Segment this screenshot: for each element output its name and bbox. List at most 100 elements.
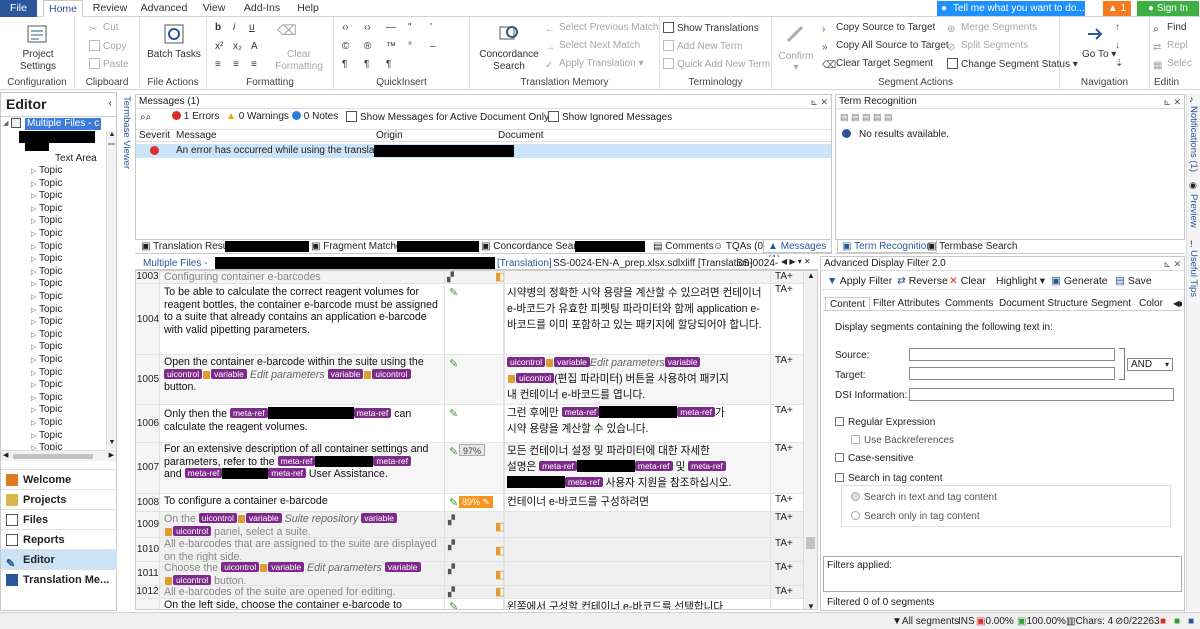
tag-variable[interactable]: variable [384,562,421,572]
dsi-input[interactable] [909,388,1174,401]
tree-expand-icon[interactable]: ▷ [31,342,39,354]
segment-row[interactable]: 1005 Open the container e-barcode within… [136,355,817,405]
tag-variable[interactable]: variable [554,357,590,367]
tree-item-topic[interactable]: ▷Topic [31,278,62,290]
segment-row[interactable]: 1008 To configure a container e-barcode … [136,494,817,512]
tab-add-ins[interactable]: Add-Ins [238,0,286,17]
tag-meta-ref[interactable]: meta-ref [634,461,673,471]
nav-welcome[interactable]: Welcome [1,469,117,489]
numbered-list-button[interactable]: ≡ [233,59,239,70]
tree-item-topic[interactable]: ▷Topic [31,367,62,379]
tree-item-topic[interactable]: ▷Topic [31,379,62,391]
tree-expand-icon[interactable]: ▷ [31,242,39,254]
tag-uicontrol[interactable]: uicontrol [372,368,411,379]
segment-source[interactable]: To configure a container e-barcode [162,495,444,508]
segment-target[interactable]: 컨테이너 e-바코드를 구성하려면 [504,494,768,511]
scrollbar-thumb[interactable] [108,143,115,145]
tree-checkbox[interactable] [11,118,21,128]
tab-fragment-matches[interactable]: ▣ Fragment Matches [307,240,411,253]
tag-meta-ref[interactable]: meta-ref [268,468,306,478]
segment-target[interactable] [504,586,768,598]
segment-source[interactable]: All e-barcodes that are assigned to the … [162,538,444,563]
segment-target[interactable] [504,538,768,561]
hscrollbar-thumb[interactable] [13,454,93,459]
tree-item-topic[interactable]: ▷Topic [31,354,62,366]
segment-source[interactable]: On the uicontrol variable Suite repositor… [162,513,444,538]
nav-files[interactable]: Files [1,509,117,529]
tree-expand-icon[interactable]: ▷ [31,254,39,266]
segment-target[interactable] [504,512,768,537]
tree-expand-icon[interactable]: ▷ [31,216,39,228]
subscript-button[interactable]: x₂ [233,41,242,52]
tree-item-topic[interactable]: ▷Topic [31,329,62,341]
segment-row[interactable]: 1009 On the uicontrol variable Suite repo… [136,512,817,538]
segment-row[interactable]: 1011 Choose the uicontrol variable Edit p… [136,562,817,587]
indent-button[interactable]: ≡ [251,59,257,70]
insert-pair-button[interactable]: ‹› [364,22,371,33]
copyright-button[interactable]: © [342,41,349,52]
tree-item-topic[interactable]: ▷Topic [31,165,62,177]
tree-item-topic[interactable]: ▷Topic [31,215,62,227]
tab-term-recognition[interactable]: ▣ Term Recognition [837,240,937,253]
tree-hscrollbar[interactable]: ◀ ▶ [1,450,116,461]
tree-root-item[interactable]: Multiple Files - c [25,118,101,130]
doc-tab-multiple-files[interactable]: Multiple Files - [143,258,207,269]
tree-item-topic[interactable]: ▷Topic [31,316,62,328]
generate-button[interactable]: ▣ Generate [1051,275,1108,287]
radio-tag-only[interactable]: Search only in tag content [851,511,980,522]
segment-target[interactable]: uicontrol variable Edit parameters variable… [504,355,768,404]
find-button[interactable]: ⌕ Find [1153,22,1186,35]
tag-meta-ref[interactable]: meta-ref [565,477,603,487]
tree-item-topic[interactable]: ▷Topic [31,430,62,442]
tag-meta-ref[interactable]: meta-ref [677,407,715,417]
pin-icon[interactable]: ⊾ ✕ [810,95,828,109]
quick-insert-2-button[interactable]: ¶ [364,59,369,70]
tree-item-topic[interactable]: ▷Topic [31,266,62,278]
segment-target[interactable] [504,271,768,283]
check-status-icon[interactable]: ■ [1174,616,1180,627]
concordance-search-button[interactable]: Concordance Search [476,49,542,73]
tree-item-text-area[interactable]: Text Area [55,153,97,164]
tree-item-topic[interactable]: ▷Topic [31,417,62,429]
scroll-up-icon[interactable]: ▲ [107,131,116,141]
insert-quote-button[interactable]: " [408,22,412,33]
target-input[interactable] [909,367,1115,380]
superscript-button[interactable]: x² [215,41,223,52]
tag-variable[interactable]: variable [327,368,364,379]
tree-item-topic[interactable]: ▷Topic [31,341,62,353]
insert-dash-button[interactable]: — [386,22,396,33]
tag-uicontrol[interactable]: uicontrol [198,513,237,523]
scroll-down-icon[interactable]: ▼ [107,439,116,449]
clear-formatting-button[interactable]: Clear Formatting [269,49,329,73]
nav-editor[interactable]: ✎ Editor [1,549,117,570]
save-filter-button[interactable]: ▤ Save [1115,275,1152,287]
segment-row[interactable]: 1007 For an extensive description of all… [136,443,817,494]
tree-expand-icon[interactable]: ▷ [31,405,39,417]
quick-insert-3-button[interactable]: ¶ [386,59,391,70]
filter-tab-scroll-icon[interactable]: ◀▶ [1169,297,1182,310]
termbase-viewer-tab[interactable]: Termbase Viewer [121,96,132,186]
segment-row[interactable]: 1003 Configuring container e-barcodes ▞ ◧… [136,271,817,284]
segment-source[interactable]: Configuring container e-barcodes [162,271,444,284]
tree-item-topic[interactable]: ▷Topic [31,228,62,240]
tree-expand-icon[interactable]: ▷ [31,380,39,392]
quick-add-term-button[interactable]: Quick Add New Term [663,58,770,70]
tree-expand-icon[interactable]: ▷ [31,191,39,203]
operator-select[interactable]: AND ▾ [1127,358,1173,371]
tree-expand-icon[interactable]: ▷ [31,305,39,317]
segment-target[interactable]: 모든 컨테이너 설정 및 파라미터에 대한 자세한 설명은 meta-ref met… [504,443,768,493]
copy-button[interactable]: Copy [89,40,126,52]
warnings-filter[interactable]: ▲ 0 Warnings [226,111,289,122]
tree-item-topic[interactable]: ▷Topic [31,190,62,202]
regex-checkbox[interactable]: Regular Expression [835,417,935,428]
error-status-icon[interactable]: ■ [1160,616,1166,627]
segment-target[interactable]: 그런 후에만 meta-ref meta-ref 가 시약 용량을 계산할 수 있습니… [504,405,768,442]
nbsp-button[interactable]: ° [408,41,412,52]
clear-target-button[interactable]: ⌫Clear Target Segment [822,58,933,71]
reverse-button[interactable]: ⇄ Reverse [897,275,948,287]
project-settings-button[interactable]: Project Settings [8,49,68,73]
tree-expand-icon[interactable]: ▷ [31,330,39,342]
active-doc-only-toggle[interactable]: Show Messages for Active Document Only [346,111,549,123]
underline-button[interactable]: u [249,22,255,33]
tree-item-topic[interactable]: ▷Topic [31,241,62,253]
